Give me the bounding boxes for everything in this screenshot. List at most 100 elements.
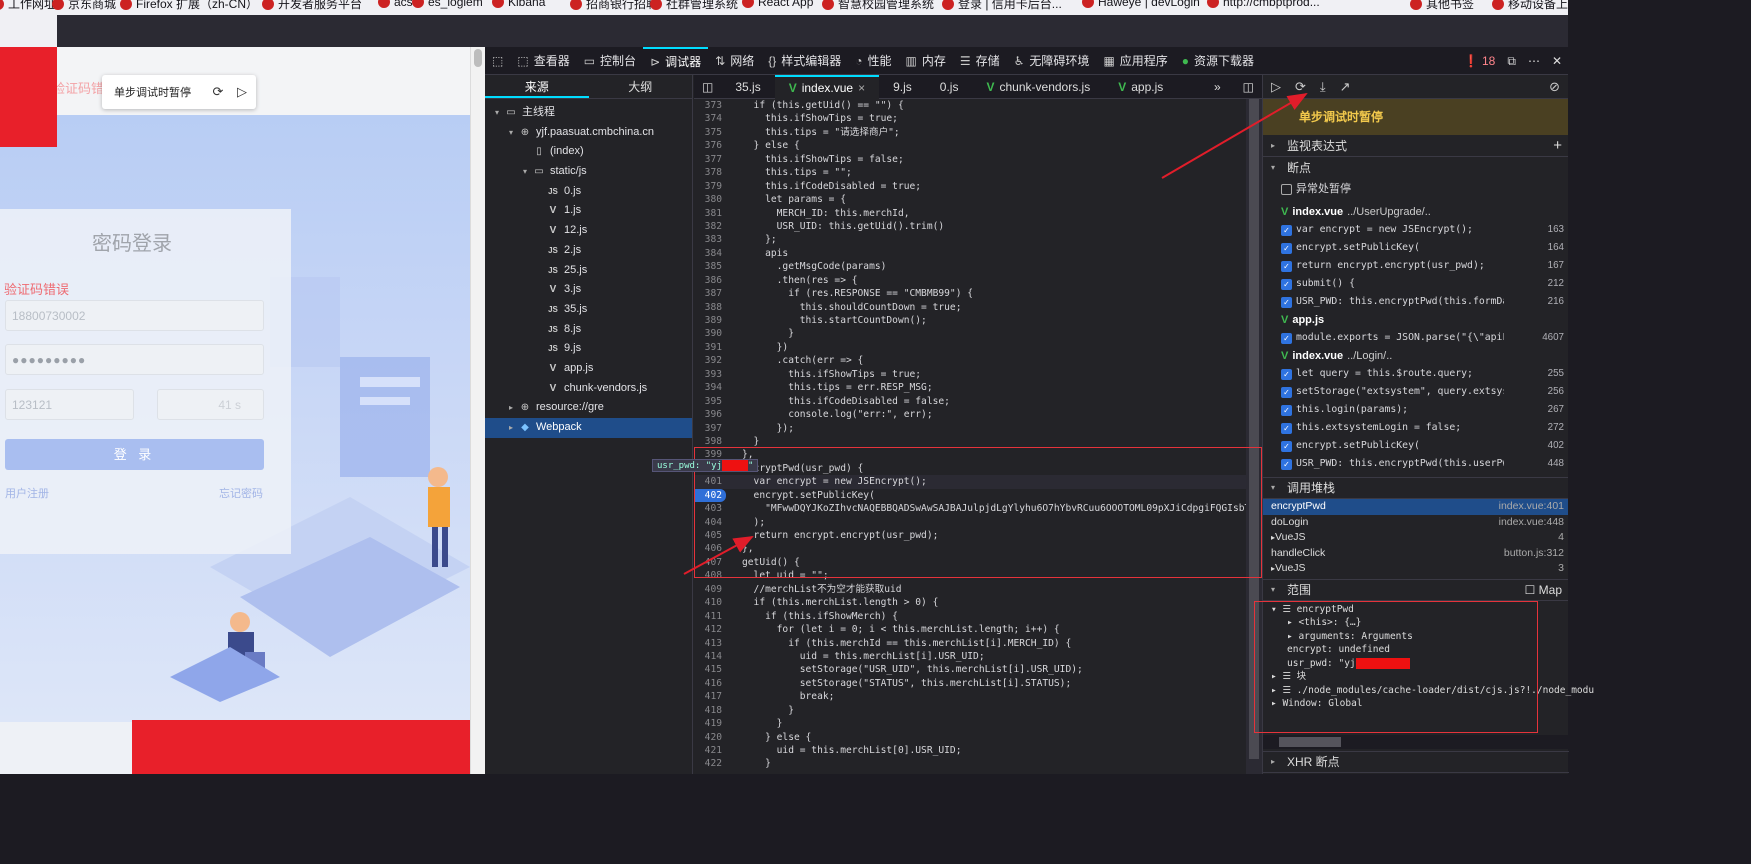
tree-item[interactable]: ▸ ⊕ resource://gre	[485, 398, 692, 418]
line-number[interactable]: 403	[694, 502, 726, 515]
line-number[interactable]: 395	[694, 395, 726, 408]
line-number[interactable]: 411	[694, 610, 726, 623]
map-toggle[interactable]: ☐ Map	[1525, 579, 1568, 601]
bookmark-item[interactable]: 移动设备上的书签	[1492, 0, 1568, 12]
line-number[interactable]: 397	[694, 422, 726, 435]
close-icon[interactable]: ×	[858, 76, 865, 100]
deactivate-breakpoints-icon[interactable]: ⊘	[1549, 79, 1568, 95]
checkbox[interactable]: ✓	[1281, 440, 1292, 452]
twisty-icon[interactable]: ▸	[505, 398, 517, 418]
get-code-countdown[interactable]: 41 s	[157, 389, 264, 420]
line-number[interactable]: 420	[694, 731, 726, 744]
phone-field[interactable]: 18800730002	[5, 300, 264, 331]
checkbox[interactable]: ✓	[1281, 260, 1292, 272]
tab-style-editor[interactable]: {} 样式编辑器	[761, 47, 848, 75]
tab-accessibility[interactable]: ♿ 无障碍环境	[1007, 47, 1097, 75]
stack-frame[interactable]: ▸ VueJS 3	[1263, 561, 1568, 577]
bookmark-item[interactable]: 社群管理系统	[650, 0, 738, 12]
editor-tab[interactable]: 9.js	[879, 75, 926, 99]
resume-icon[interactable]: ▷	[1271, 79, 1281, 95]
watch-expressions-header[interactable]: ▸ 监视表达式 +	[1263, 135, 1568, 157]
resume-icon[interactable]: ▷	[230, 84, 254, 100]
line-number[interactable]: 418	[694, 704, 726, 717]
breakpoint-row[interactable]: ✓ let query = this.$route.query; 255	[1263, 365, 1568, 383]
bookmark-item[interactable]: Kibana	[492, 0, 545, 9]
line-number[interactable]: 406	[694, 542, 726, 555]
line-number[interactable]: 373	[694, 99, 726, 112]
pretty-print-icon[interactable]: ◫	[1235, 75, 1262, 99]
line-number[interactable]: 401	[694, 475, 726, 488]
bookmark-item[interactable]: http://cmbptprod...	[1207, 0, 1320, 9]
line-number[interactable]: 391	[694, 341, 726, 354]
editor-tab[interactable]: Vindex.vue ×	[774, 74, 880, 100]
breakpoint-row[interactable]: ✓ encrypt.setPublicKey(164	[1263, 239, 1568, 257]
add-watch-icon[interactable]: +	[1553, 135, 1568, 157]
line-number[interactable]: 379	[694, 180, 726, 193]
tree-item[interactable]: JS 8.js	[485, 320, 692, 340]
twisty-icon[interactable]: ▸	[505, 418, 517, 438]
checkbox[interactable]: ✓	[1281, 332, 1292, 344]
bookmark-item[interactable]: 开发者服务平台	[262, 0, 362, 12]
checkbox[interactable]: ✓	[1281, 404, 1292, 416]
bookmark-item[interactable]: acs	[378, 0, 413, 9]
editor-tab[interactable]: 0.js	[926, 75, 973, 99]
tree-item[interactable]: Vchunk-vendors.js	[485, 379, 692, 399]
checkbox[interactable]	[1281, 183, 1292, 195]
line-number[interactable]: 387	[694, 287, 726, 300]
line-number[interactable]: 412	[694, 623, 726, 636]
tree-item[interactable]: V 1.js	[485, 201, 692, 221]
step-out-icon[interactable]: ↗	[1340, 79, 1351, 95]
line-number[interactable]: 393	[694, 368, 726, 381]
tree-item[interactable]: Vapp.js	[485, 359, 692, 379]
page-scrollbar[interactable]	[470, 47, 485, 774]
sidebar-toggle-icon[interactable]: ◫	[694, 75, 721, 99]
tree-item[interactable]: ▸ ◆ Webpack	[485, 418, 692, 438]
line-number[interactable]: 413	[694, 637, 726, 650]
bookmark-item[interactable]: es_logiem	[412, 0, 483, 9]
line-number[interactable]: 408	[694, 569, 726, 582]
breakpoint-row[interactable]: ✓ setStorage("extsystem", query.extsystem…	[1263, 383, 1568, 401]
line-number[interactable]: 382	[694, 220, 726, 233]
breakpoint-row[interactable]: ✓ USR_PWD: this.encryptPwd(this.formData.…	[1263, 293, 1568, 311]
step-over-icon[interactable]: ⟳	[206, 84, 230, 100]
stack-frame[interactable]: encryptPwd index.vue:401	[1263, 499, 1568, 515]
breakpoint-row[interactable]: ✓ return encrypt.encrypt(usr_pwd); 167	[1263, 257, 1568, 275]
stack-frame[interactable]: handleClick button.js:312	[1263, 546, 1568, 562]
xhr-breakpoints-header[interactable]: ▸ XHR 断点	[1263, 751, 1569, 773]
bookmark-item[interactable]: 登录 | 信用卡后台...	[942, 0, 1062, 12]
checkbox[interactable]: ✓	[1281, 458, 1292, 470]
call-stack-header[interactable]: ▾ 调用堆栈	[1263, 477, 1568, 499]
tree-item[interactable]: JS 9.js	[485, 339, 692, 359]
error-count-badge[interactable]: ❗ 18	[1464, 54, 1496, 68]
login-button[interactable]: 登 录	[5, 439, 264, 470]
step-over-icon[interactable]: ⟳	[1295, 79, 1306, 95]
line-number[interactable]: 417	[694, 690, 726, 703]
line-number[interactable]: 414	[694, 650, 726, 663]
tree-item[interactable]: JS 35.js	[485, 300, 692, 320]
horizontal-scrollbar[interactable]	[1263, 735, 1569, 749]
tree-item[interactable]: JS 0.js	[485, 182, 692, 202]
close-icon[interactable]: ✕	[1552, 54, 1562, 68]
line-number[interactable]: 409	[694, 583, 726, 596]
bookmark-item[interactable]: Haweye | devLogin	[1082, 0, 1200, 9]
tab-application[interactable]: ▦ 应用程序	[1096, 47, 1174, 75]
checkbox[interactable]: ✓	[1281, 224, 1292, 236]
tab-sources[interactable]: 来源	[485, 75, 589, 98]
line-number[interactable]: 421	[694, 744, 726, 757]
captcha-field[interactable]: 123121	[5, 389, 134, 420]
editor-tab[interactable]: 35.js	[721, 75, 774, 99]
tab-network[interactable]: ⇅ 网络	[708, 47, 761, 75]
line-number[interactable]: 380	[694, 193, 726, 206]
editor-tab[interactable]: Vapp.js	[1104, 75, 1177, 99]
tree-item[interactable]: ▯ (index)	[485, 142, 692, 162]
tab-memory[interactable]: ▥ 内存	[899, 47, 953, 75]
line-number[interactable]: 422	[694, 757, 726, 770]
bookmark-item[interactable]: 智慧校园管理系统	[822, 0, 934, 12]
line-number[interactable]: 385	[694, 260, 726, 273]
element-picker-icon[interactable]: ⬚	[485, 47, 510, 75]
pause-on-exceptions[interactable]: 异常处暂停	[1263, 179, 1568, 199]
twisty-icon[interactable]: ▾	[491, 103, 503, 123]
tab-debugger[interactable]: ⊳ 调试器	[643, 46, 709, 75]
line-number[interactable]: 389	[694, 314, 726, 327]
forgot-password-link[interactable]: 忘记密码	[219, 485, 263, 501]
